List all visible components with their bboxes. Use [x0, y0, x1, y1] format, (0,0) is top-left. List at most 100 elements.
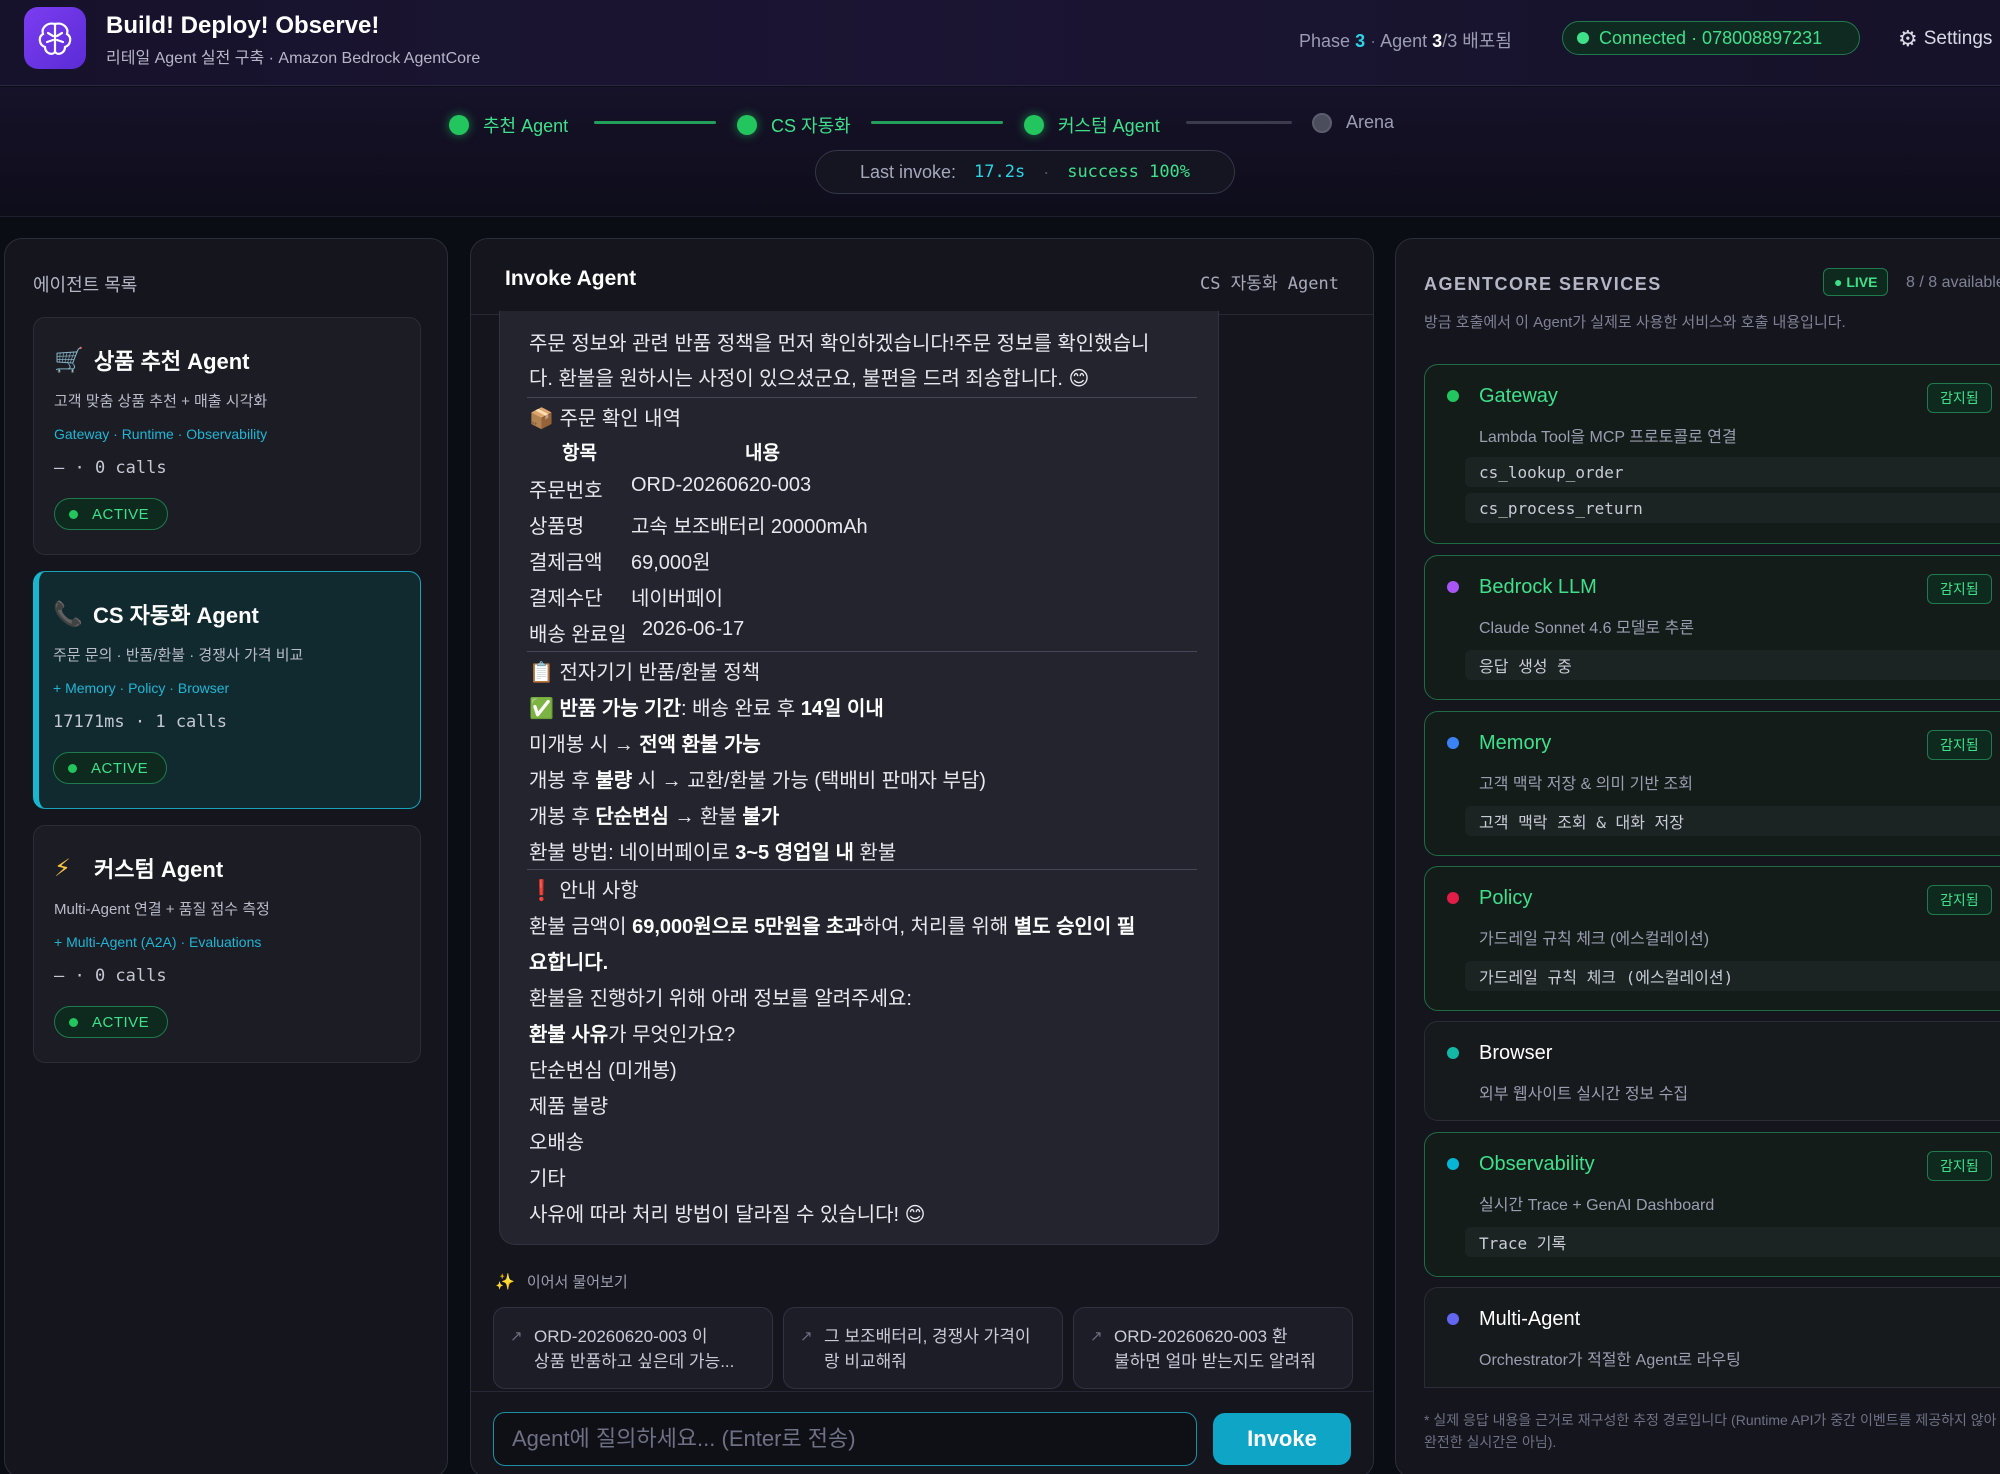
policy-line: 환불 방법: 네이버페이로 3~5 영업일 내 환불 — [529, 842, 897, 864]
service-card-memory[interactable]: Memory 고객 맥락 저장 & 의미 기반 조회 감지됨 고객 맥락 조회 … — [1424, 711, 2000, 856]
agent-tags: + Multi-Agent (A2A) · Evaluations — [54, 934, 262, 950]
service-card-browser[interactable]: Browser 외부 웹사이트 실시간 정보 수집 — [1424, 1021, 2000, 1121]
phase-value: 3 — [1355, 31, 1366, 51]
suggestion-chip[interactable]: ↗ ORD-20260620-003 이 상품 반품하고 싶은데 가능... — [493, 1307, 773, 1389]
query-input[interactable] — [493, 1412, 1197, 1466]
services-footnote: * 실제 응답 내용을 근거로 재구성한 추정 경로입니다 (Runtime A… — [1424, 1412, 1997, 1450]
service-description: 가드레일 규칙 체크 (에스컬레이션) — [1479, 931, 1710, 948]
status-badge: ACTIVE — [53, 752, 168, 784]
agent-tags: + Memory · Policy · Browser — [53, 680, 230, 696]
invoke-title: Invoke Agent — [505, 267, 637, 290]
service-dot-icon — [1447, 892, 1459, 904]
arrow-icon: ↗ — [510, 1328, 523, 1345]
order-row-key: 배송 완료일 — [529, 624, 627, 646]
step-recommend[interactable]: 추천 Agent — [449, 112, 568, 138]
app-logo — [24, 7, 86, 69]
order-row-key: 상품명 — [529, 516, 585, 538]
notice-heading: ❗ 안내 사항 — [529, 880, 639, 902]
response-intro-line: 주문 정보와 관련 반품 정책을 먼저 확인하겠습니다!주문 정보를 확인했습니 — [529, 333, 1150, 355]
detected-badge: 감지됨 — [1927, 383, 1992, 413]
agent-name: 상품 추천 Agent — [94, 349, 250, 374]
last-invoke-label: Last invoke: — [859, 161, 957, 182]
notice-line: 요합니다. — [529, 952, 609, 974]
suggestion-chip[interactable]: ↗ ORD-20260620-003 환 불하면 얼마 받는지도 알려줘 — [1073, 1307, 1353, 1389]
service-name: Bedrock LLM — [1479, 576, 1597, 598]
status-dot-icon — [69, 1017, 78, 1027]
reason-option: 기타 — [529, 1168, 566, 1190]
selected-agent-name: CS 자동화 Agent — [1199, 274, 1339, 294]
services-title: AGENTCORE SERVICES — [1424, 274, 1662, 294]
service-dot-icon — [1447, 390, 1459, 402]
services-panel: AGENTCORE SERVICES ● LIVE 8 / 8 availabl… — [1395, 238, 2000, 1474]
gear-icon: ⚙ — [1898, 26, 1918, 51]
invoke-button[interactable]: Invoke — [1213, 1413, 1351, 1465]
service-card-multi-agent[interactable]: Multi-Agent Orchestrator가 적절한 Agent로 라우팅 — [1424, 1287, 2000, 1387]
service-tool: 고객 맥락 조회 & 대화 저장 — [1465, 806, 2000, 836]
service-card-bedrock-llm[interactable]: Bedrock LLM Claude Sonnet 4.6 모델로 추론 감지됨… — [1424, 555, 2000, 700]
connection-text: Connected · 078008897231 — [1599, 27, 1823, 48]
policy-line: ✅ 반품 가능 기간: 배송 완료 후 14일 이내 — [529, 698, 884, 720]
divider — [527, 397, 1197, 398]
service-description: 실시간 Trace + GenAI Dashboard — [1479, 1197, 1715, 1214]
live-badge: ● LIVE — [1823, 268, 1889, 296]
agent-description: Multi-Agent 연결 + 품질 점수 측정 — [54, 901, 270, 918]
step-done-icon — [449, 115, 469, 135]
step-custom[interactable]: 커스텀 Agent — [1024, 112, 1160, 138]
agent-card-cs[interactable]: 📞 CS 자동화 Agent 주문 문의 · 반품/환불 · 경쟁사 가격 비교… — [33, 571, 421, 809]
order-row-value: 69,000원 — [631, 552, 711, 574]
agent-card-recommend[interactable]: 🛒 상품 추천 Agent 고객 맞춤 상품 추천 + 매출 시각화 Gatew… — [33, 317, 421, 555]
policy-line: 미개봉 시 → 전액 환불 가능 — [529, 734, 761, 756]
step-pending-icon — [1312, 112, 1332, 133]
services-available: 8 / 8 available — [1906, 274, 2000, 291]
reason-option: 단순변심 (미개봉) — [529, 1060, 677, 1082]
order-row-value: 2026-06-17 — [642, 618, 745, 640]
policy-heading: 📋 전자기기 반품/환불 정책 — [529, 662, 761, 684]
agent-card-custom[interactable]: ⚡ 커스텀 Agent Multi-Agent 연결 + 품질 점수 측정 + … — [33, 825, 421, 1063]
response-intro-line: 다. 환불을 원하시는 사정이 있으셨군요, 불편을 드려 죄송합니다. 😊 — [529, 368, 1090, 390]
reason-question: 환불 사유가 무엇인가요? — [529, 1024, 736, 1046]
detected-badge: 감지됨 — [1927, 1151, 1992, 1181]
service-card-policy[interactable]: Policy 가드레일 규칙 체크 (에스컬레이션) 감지됨 가드레일 규칙 체… — [1424, 866, 2000, 1011]
status-dot-icon — [68, 763, 77, 773]
divider — [527, 651, 1197, 652]
app-title: Build! Deploy! Observe! — [106, 12, 380, 39]
agent-list-panel: 에이전트 목록 🛒 상품 추천 Agent 고객 맞춤 상품 추천 + 매출 시… — [4, 238, 448, 1474]
agent-stats: — · 0 calls — [54, 966, 167, 986]
service-tool: cs_process_return — [1465, 493, 2000, 523]
service-dot-icon — [1447, 1158, 1459, 1170]
service-tool: 가드레일 규칙 체크 (에스컬레이션) — [1465, 961, 2000, 991]
step-label: 추천 Agent — [483, 116, 569, 136]
service-name: Observability — [1479, 1153, 1595, 1175]
detected-badge: 감지됨 — [1927, 730, 1992, 760]
table-header-key: 항목 — [562, 443, 597, 464]
service-dot-icon — [1447, 1047, 1459, 1059]
agent-description: 주문 문의 · 반품/환불 · 경쟁사 가격 비교 — [53, 647, 304, 664]
success-rate: success 100% — [1067, 162, 1191, 182]
service-description: Lambda Tool을 MCP 프로토콜로 연결 — [1479, 429, 1737, 446]
service-card-observability[interactable]: Observability 실시간 Trace + GenAI Dashboar… — [1424, 1132, 2000, 1277]
arrow-icon: ↗ — [1090, 1328, 1103, 1345]
arrow-icon: ↗ — [800, 1328, 813, 1345]
agent-name: CS 자동화 Agent — [93, 603, 259, 628]
order-row-value: 네이버페이 — [631, 588, 723, 610]
detected-badge: 감지됨 — [1927, 574, 1992, 604]
settings-button[interactable]: ⚙ Settings — [1898, 26, 1992, 52]
reason-option: 제품 불량 — [529, 1096, 609, 1118]
service-description: Orchestrator가 적절한 Agent로 라우팅 — [1479, 1352, 1741, 1369]
step-cs[interactable]: CS 자동화 — [737, 112, 851, 138]
agent-stats: — · 0 calls — [54, 458, 167, 478]
step-connector — [871, 121, 1003, 124]
order-heading: 📦 주문 확인 내역 — [529, 408, 681, 430]
service-tool: Trace 기록 — [1465, 1227, 2000, 1257]
phase-label: Phase — [1299, 31, 1351, 51]
status-badge: ACTIVE — [54, 498, 169, 530]
policy-line: 개봉 후 단순변심 → 환불 불가 — [529, 806, 780, 828]
suggestion-chip[interactable]: ↗ 그 보조배터리, 경쟁사 가격이 랑 비교해줘 — [783, 1307, 1063, 1389]
service-dot-icon — [1447, 1313, 1459, 1325]
step-arena[interactable]: Arena — [1312, 112, 1394, 133]
step-done-icon — [737, 115, 757, 135]
last-invoke-summary: Last invoke: 17.2s · success 100% — [815, 150, 1235, 194]
service-card-gateway[interactable]: Gateway Lambda Tool을 MCP 프로토콜로 연결 감지됨 cs… — [1424, 364, 2000, 544]
detected-badge: 감지됨 — [1927, 885, 1992, 915]
order-row-key: 결제수단 — [529, 588, 603, 610]
